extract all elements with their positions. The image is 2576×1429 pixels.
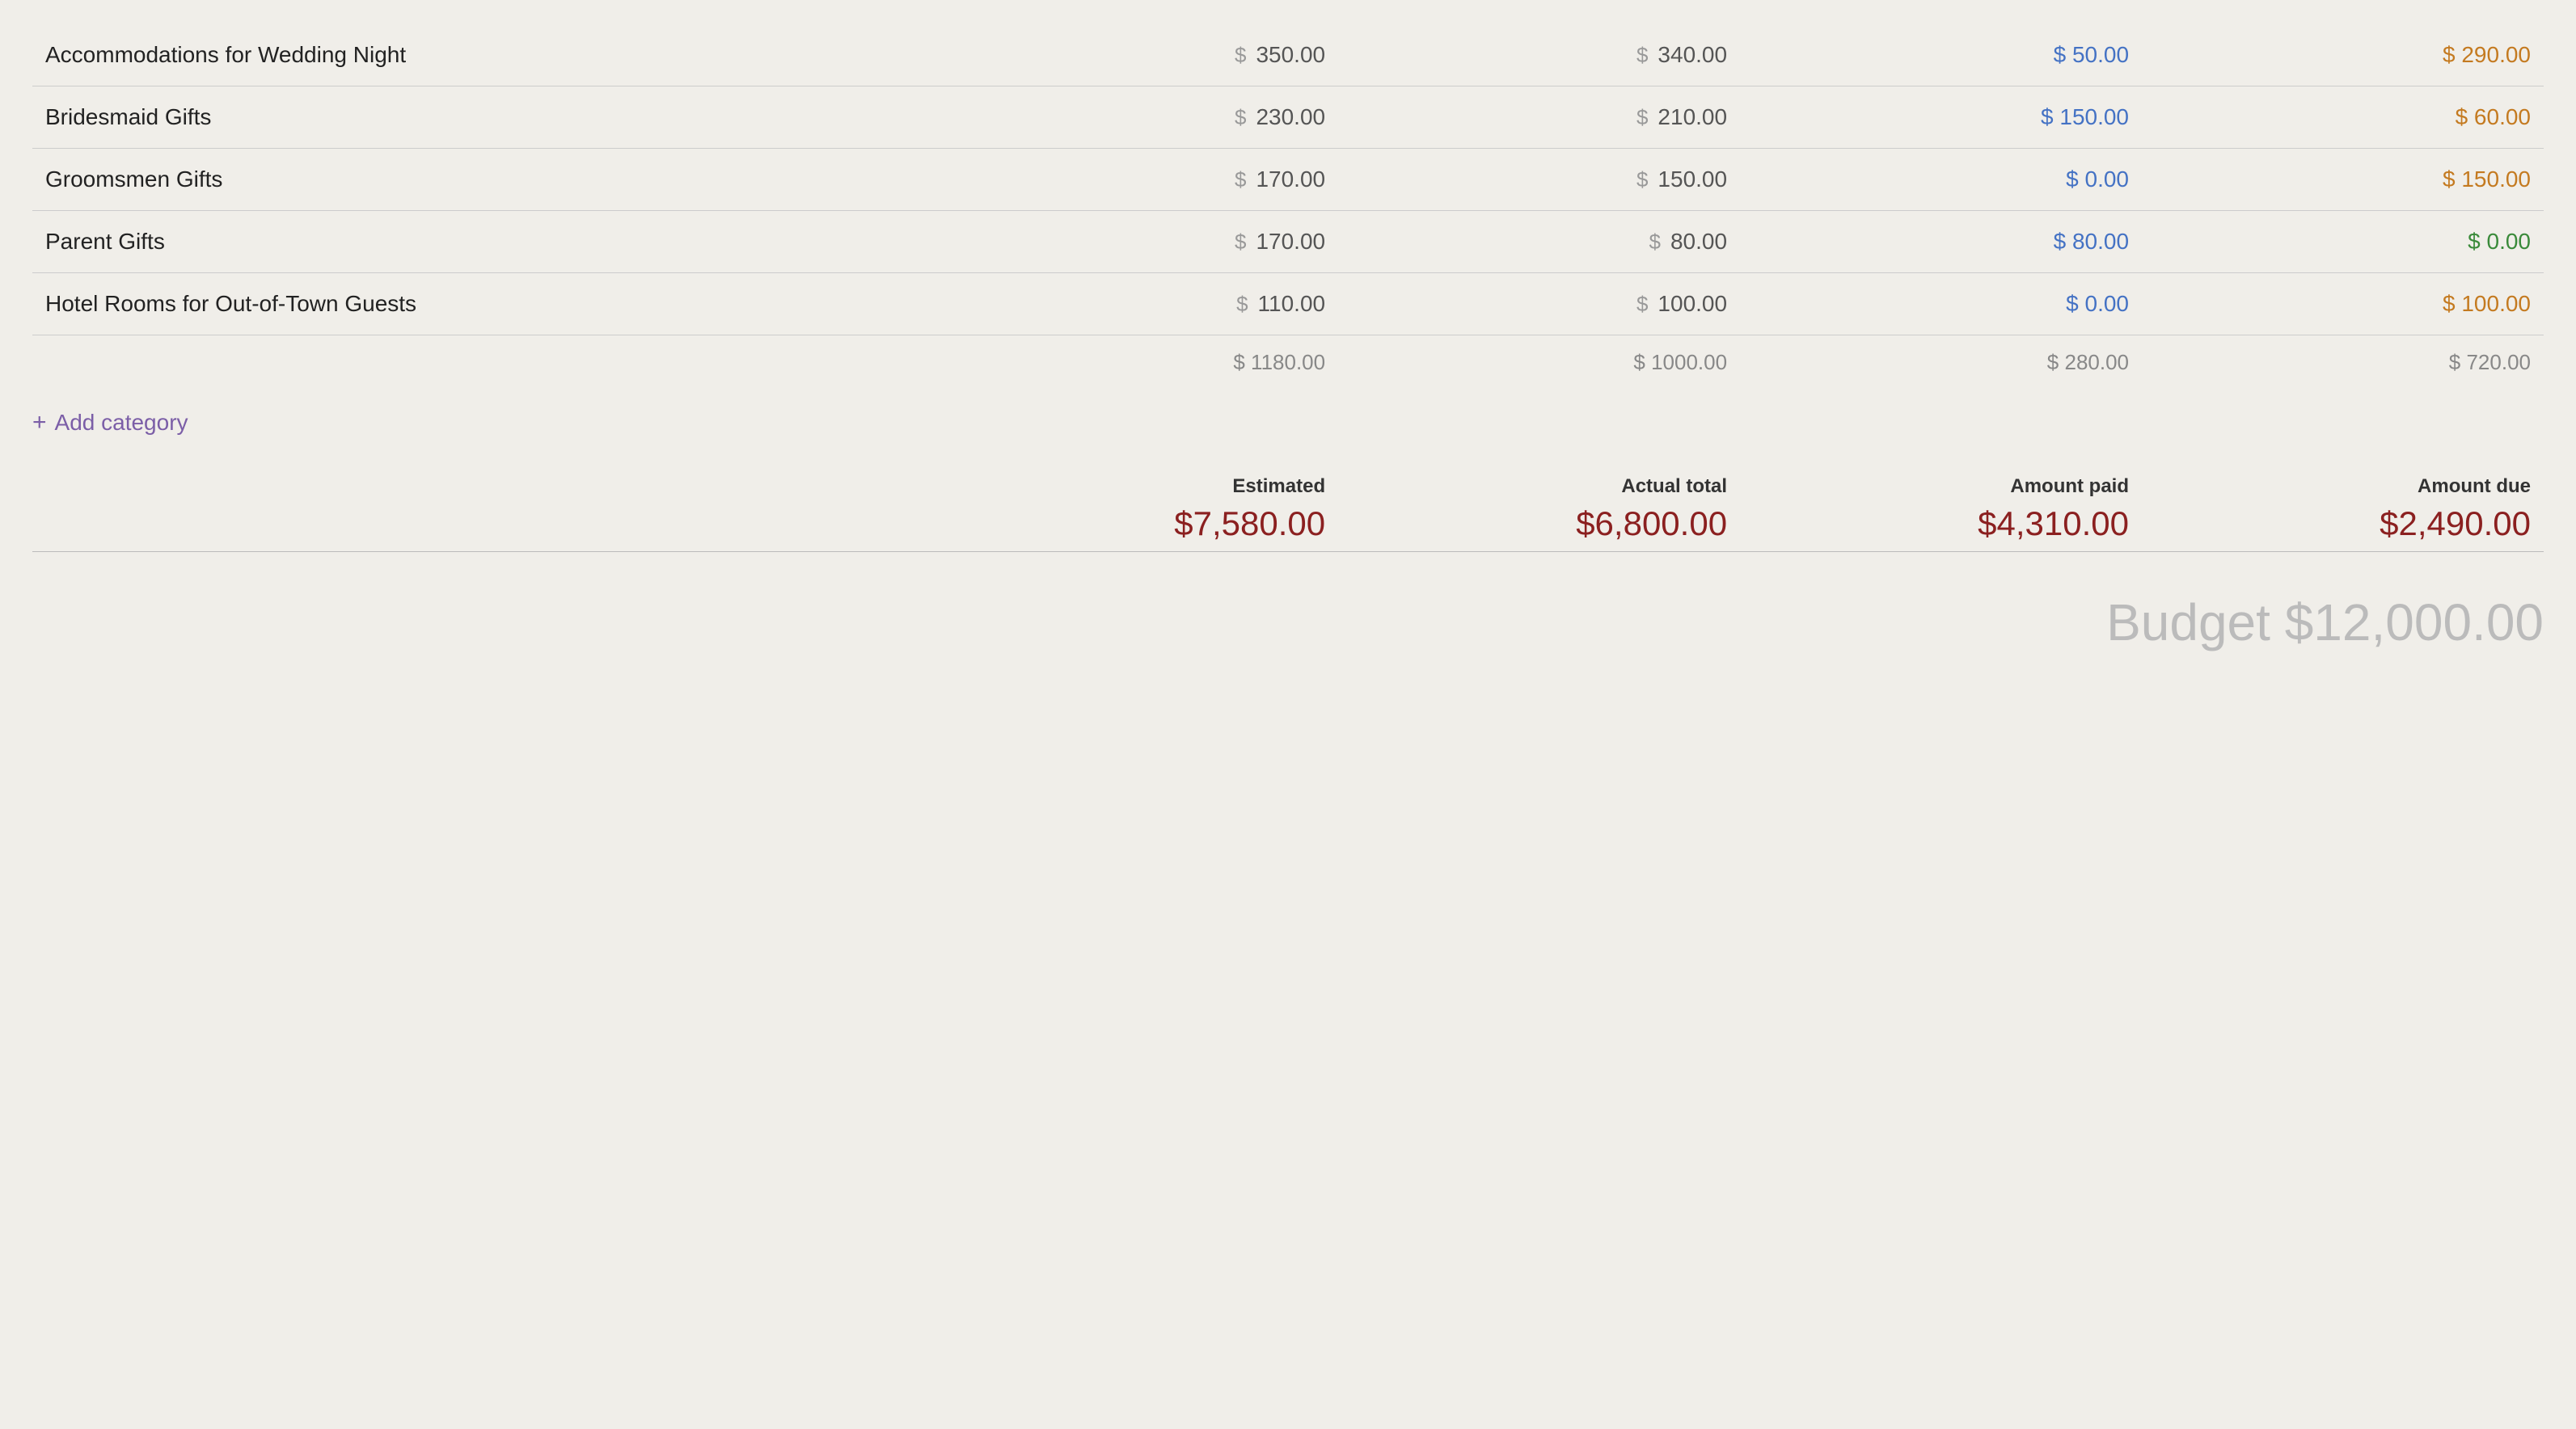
table-row: Parent Gifts $ 170.00 $ 80.00 $ 80.00 [32,211,2544,273]
budget-total-section: Budget $12,000.00 [32,576,2544,652]
due-3: $ 0.00 [2142,211,2544,273]
currency-symbol: $ [1236,292,1248,317]
currency-symbol: $ [1636,43,1648,68]
table-row: Groomsmen Gifts $ 170.00 $ 150.00 $ 0.00 [32,149,2544,211]
estimated-1: $ 230.00 [936,86,1338,149]
table-row: Hotel Rooms for Out-of-Town Guests $ 110… [32,273,2544,335]
due-2: $ 150.00 [2142,149,2544,211]
paid-1: $ 150.00 [1740,86,2142,149]
subtotals-row: $ 1180.00 $ 1000.00 $ 280.00 $ 720.00 [32,335,2544,390]
currency-symbol: $ [1636,167,1648,192]
item-name-0: Accommodations for Wedding Night [32,24,936,86]
estimated-4: $ 110.00 [936,273,1338,335]
item-name-2: Groomsmen Gifts [32,149,936,211]
currency-symbol: $ [1235,167,1246,192]
budget-table: Accommodations for Wedding Night $ 350.0… [32,24,2544,443]
paid-2: $ 0.00 [1740,149,2142,211]
currency-symbol: $ [1649,230,1661,255]
paid-4: $ 0.00 [1740,273,2142,335]
estimated-2: $ 170.00 [936,149,1338,211]
plus-icon: + [32,409,47,436]
summary-header-due: Amount due [2142,467,2544,501]
summary-value-due: $2,490.00 [2142,501,2544,551]
currency-symbol: $ [1235,105,1246,130]
actual-3: $ 80.00 [1338,211,1740,273]
summary-header-actual: Actual total [1338,467,1740,501]
item-name-4: Hotel Rooms for Out-of-Town Guests [32,273,936,335]
item-name-3: Parent Gifts [32,211,936,273]
due-4: $ 100.00 [2142,273,2544,335]
actual-4: $ 100.00 [1338,273,1740,335]
summary-value-estimated: $7,580.00 [936,501,1338,551]
item-name-1: Bridesmaid Gifts [32,86,936,149]
actual-1: $ 210.00 [1338,86,1740,149]
summary-values-row: $7,580.00 $6,800.00 $4,310.00 $2,490.00 [32,501,2544,551]
due-0: $ 290.00 [2142,24,2544,86]
add-category-label: Add category [55,410,188,436]
summary-value-actual: $6,800.00 [1338,501,1740,551]
currency-symbol: $ [1235,230,1246,255]
table-row: Accommodations for Wedding Night $ 350.0… [32,24,2544,86]
subtotal-actual: $ 1000.00 [1338,335,1740,390]
actual-2: $ 150.00 [1338,149,1740,211]
budget-total-label: Budget $12,000.00 [32,576,2544,652]
paid-0: $ 50.00 [1740,24,2142,86]
estimated-0: $ 350.00 [936,24,1338,86]
summary-divider [32,551,2544,552]
summary-header-estimated: Estimated [936,467,1338,501]
add-category-row: + Add category [32,390,2544,443]
subtotal-paid: $ 280.00 [1740,335,2142,390]
table-row: Bridesmaid Gifts $ 230.00 $ 210.00 $ 150… [32,86,2544,149]
subtotal-estimated: $ 1180.00 [936,335,1338,390]
summary-headers-row: Estimated Actual total Amount paid Amoun… [32,467,2544,501]
currency-symbol: $ [1235,43,1246,68]
due-1: $ 60.00 [2142,86,2544,149]
add-category-button[interactable]: + Add category [32,409,188,436]
actual-0: $ 340.00 [1338,24,1740,86]
subtotal-due: $ 720.00 [2142,335,2544,390]
paid-3: $ 80.00 [1740,211,2142,273]
currency-symbol: $ [1636,105,1648,130]
currency-symbol: $ [1636,292,1648,317]
summary-value-paid: $4,310.00 [1740,501,2142,551]
summary-header-paid: Amount paid [1740,467,2142,501]
summary-table: Estimated Actual total Amount paid Amoun… [32,467,2544,552]
estimated-3: $ 170.00 [936,211,1338,273]
